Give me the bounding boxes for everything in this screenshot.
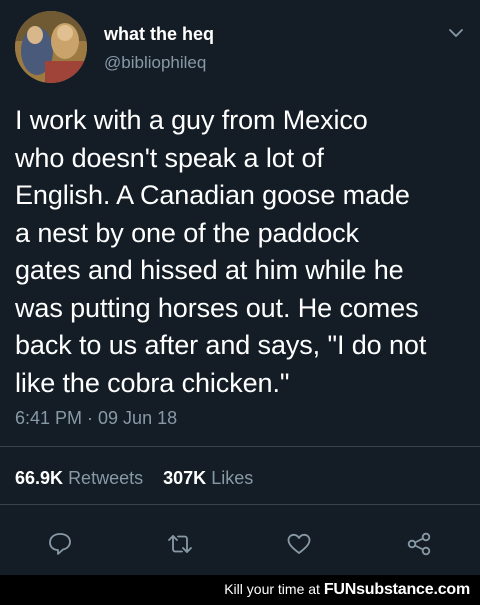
likes-count[interactable]: 307K: [163, 468, 206, 488]
footer-tagline: Kill your time at: [224, 581, 320, 597]
divider: [0, 446, 480, 447]
chevron-down-icon[interactable]: [448, 26, 464, 38]
display-name[interactable]: what the heq: [104, 24, 214, 45]
logo-rest: substance.com: [356, 581, 470, 598]
avatar[interactable]: [15, 11, 87, 83]
action-bar: [0, 524, 480, 564]
retweet-icon[interactable]: [166, 530, 194, 558]
logo-fun: FUN: [323, 581, 357, 598]
tweet-timestamp[interactable]: 6:41 PM · 09 Jun 18: [15, 408, 177, 429]
tweet-card: what the heq @bibliophileq I work with a…: [0, 0, 480, 575]
site-logo: FUNsubstance.com: [324, 581, 470, 598]
engagement-stats: 66.9K Retweets 307K Likes: [15, 468, 253, 489]
reply-icon[interactable]: [46, 530, 74, 558]
likes-label[interactable]: Likes: [211, 468, 253, 488]
retweets-label[interactable]: Retweets: [68, 468, 143, 488]
share-icon[interactable]: [405, 530, 433, 558]
watermark-footer: Kill your time at FUNsubstance.com: [0, 575, 480, 605]
user-handle[interactable]: @bibliophileq: [104, 53, 206, 73]
divider: [0, 504, 480, 505]
retweets-count[interactable]: 66.9K: [15, 468, 63, 488]
heart-icon[interactable]: [285, 530, 313, 558]
tweet-text: I work with a guy from Mexico who doesn'…: [15, 105, 427, 398]
footer-caption: Kill your time at FUNsubstance.com: [224, 581, 470, 599]
